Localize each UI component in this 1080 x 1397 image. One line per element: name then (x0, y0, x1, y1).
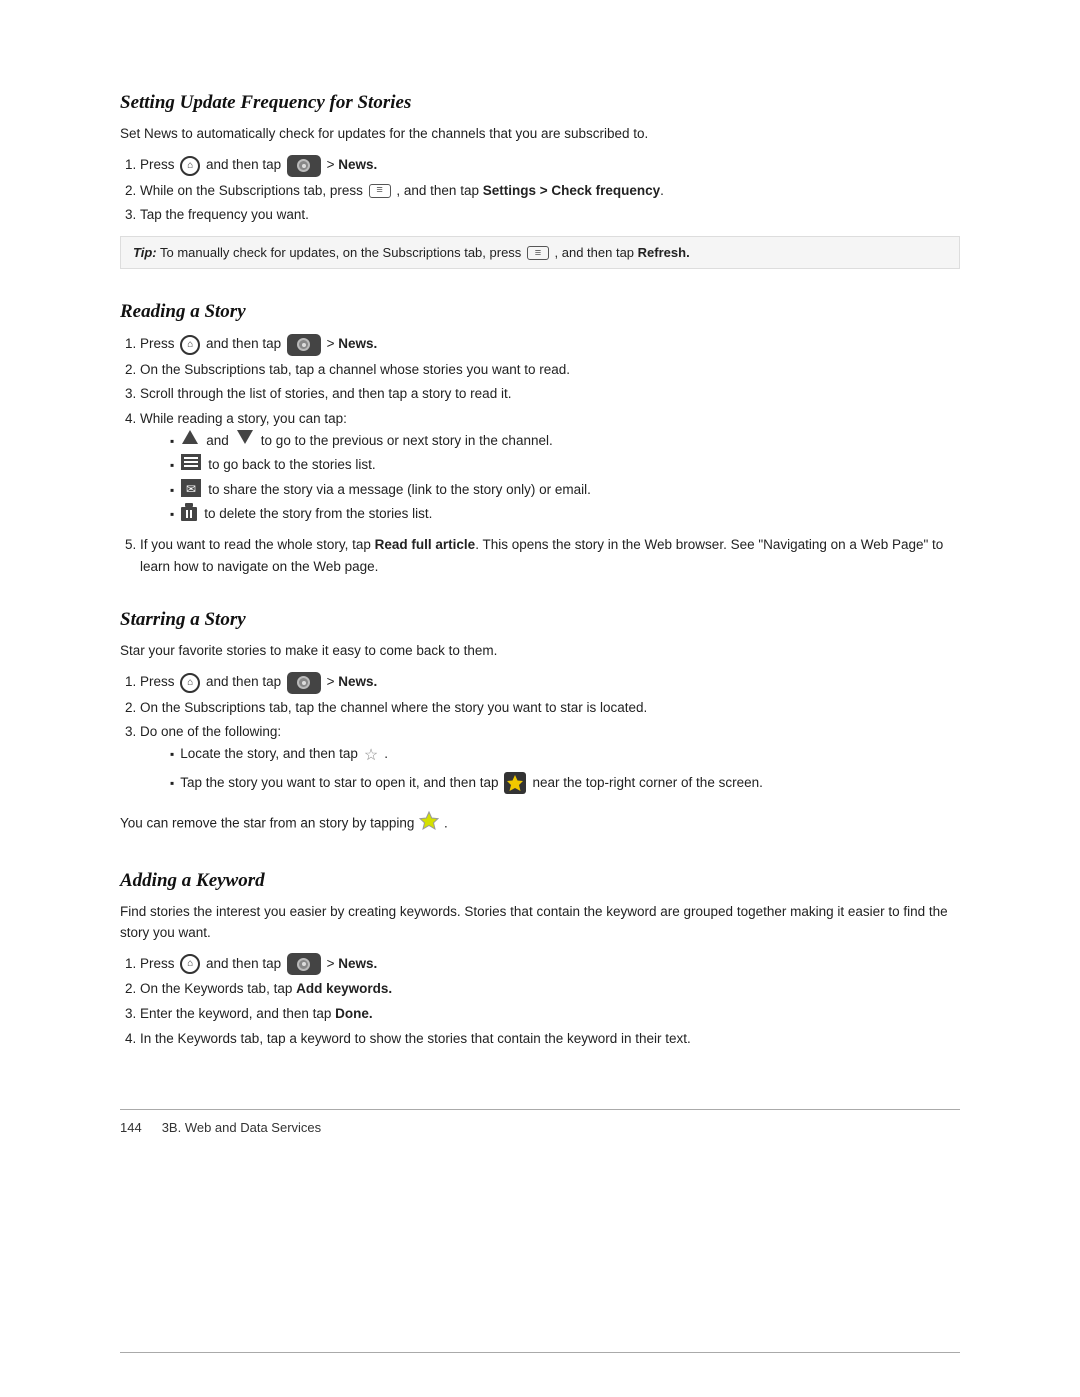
bullet-text: to go back to the stories list. (208, 454, 375, 476)
section-3-steps: Press ⌂ and then tap > News. On the Subs… (140, 671, 960, 800)
bullet-delete-icon: to delete the story from the stories lis… (170, 503, 960, 528)
step-text: Press (140, 956, 178, 971)
step-2-5: If you want to read the whole story, tap… (140, 534, 960, 577)
down-arrow-icon (237, 430, 253, 444)
section-1-steps: Press ⌂ and then tap > News. While on th… (140, 154, 960, 226)
bullet-share-icon: ✉ to share the story via a message (link… (170, 479, 960, 501)
section-title-4: Adding a Keyword (120, 870, 960, 892)
step-text: While reading a story, you can tap: (140, 411, 347, 426)
stories-list-icon (181, 454, 201, 470)
section-4-steps: Press ⌂ and then tap > News. On the Keyw… (140, 953, 960, 1049)
star-filled-icon (504, 772, 526, 801)
share-icon: ✉ (181, 479, 201, 497)
star-outline-icon: ☆ (364, 743, 378, 769)
step-4-3: Enter the keyword, and then tap Done. (140, 1003, 960, 1025)
news-icon-4 (287, 953, 321, 975)
footer-note-after: . (444, 816, 448, 831)
step-text: If you want to read the whole story, tap… (140, 537, 943, 574)
bullet-star-filled: Tap the story you want to star to open i… (170, 772, 960, 801)
home-button-icon-2: ⌂ (180, 335, 200, 355)
home-button-icon-3: ⌂ (180, 673, 200, 693)
step-2-2: On the Subscriptions tab, tap a channel … (140, 359, 960, 381)
bullet-text: to share the story via a message (link t… (208, 479, 591, 501)
home-button-icon-4: ⌂ (180, 954, 200, 974)
tip-text-after: , and then tap Refresh. (555, 245, 690, 260)
delete-icon (181, 503, 197, 528)
step-4-4: In the Keywords tab, tap a keyword to sh… (140, 1028, 960, 1050)
step-text: Press (140, 336, 178, 351)
step-text: While on the Subscriptions tab, press (140, 183, 367, 198)
menu-button-icon (369, 184, 391, 198)
bullet-arrows: and to go to the previous or next story … (170, 430, 960, 452)
bullet-text: and (206, 430, 229, 452)
section-4-intro: Find stories the interest you easier by … (120, 902, 960, 943)
step-text: > News. (327, 336, 378, 351)
step-text: > News. (327, 956, 378, 971)
bullet-text: to delete the story from the stories lis… (204, 503, 432, 525)
step-text: > News. (327, 157, 378, 172)
step-text: , and then tap Settings > Check frequenc… (396, 183, 664, 198)
bullet-text: . (384, 743, 388, 765)
tip-text: To manually check for updates, on the Su… (160, 245, 525, 260)
tip-label: Tip: (133, 245, 157, 260)
step-text: and then tap (206, 674, 285, 689)
footer-section: 3B. Web and Data Services (162, 1120, 321, 1135)
bullet-text: near the top-right corner of the screen. (532, 772, 762, 794)
page-number: 144 (120, 1120, 142, 1135)
bullet-star-outline: Locate the story, and then tap ☆ . (170, 743, 960, 769)
step-4-1: Press ⌂ and then tap > News. (140, 953, 960, 975)
section-title-3: Starring a Story (120, 609, 960, 631)
step-3-2: On the Subscriptions tab, tap the channe… (140, 697, 960, 719)
footer-bar: 144 3B. Web and Data Services (120, 1109, 960, 1135)
up-arrow-icon (182, 430, 198, 444)
reading-bullets: and to go to the previous or next story … (170, 430, 960, 528)
tip-box: Tip: To manually check for updates, on t… (120, 236, 960, 270)
step-2-1: Press ⌂ and then tap > News. (140, 333, 960, 355)
bullet-text: Tap the story you want to star to open i… (180, 772, 498, 794)
menu-button-icon-tip (527, 246, 549, 260)
section-1-intro: Set News to automatically check for upda… (120, 124, 960, 144)
news-icon-2 (287, 334, 321, 356)
star-color-icon (418, 810, 440, 838)
step-text: and then tap (206, 336, 285, 351)
page-footer (0, 1344, 1080, 1357)
step-text: Enter the keyword, and then tap Done. (140, 1006, 373, 1021)
bullet-list-icon: to go back to the stories list. (170, 454, 960, 476)
step-text: and then tap (206, 956, 285, 971)
step-text: Press (140, 157, 178, 172)
step-1-3: Tap the frequency you want. (140, 204, 960, 226)
step-2-3: Scroll through the list of stories, and … (140, 383, 960, 405)
home-button-icon: ⌂ (180, 156, 200, 176)
step-text: and then tap (206, 157, 285, 172)
starring-bullets: Locate the story, and then tap ☆ . Tap t… (170, 743, 960, 800)
news-icon (287, 155, 321, 177)
footer-note-text: You can remove the star from an story by… (120, 816, 418, 831)
svg-text:✉: ✉ (186, 482, 196, 496)
step-3-1: Press ⌂ and then tap > News. (140, 671, 960, 693)
section-title-2: Reading a Story (120, 301, 960, 323)
step-4-2: On the Keywords tab, tap Add keywords. (140, 978, 960, 1000)
bullet-text: to go to the previous or next story in t… (261, 430, 553, 452)
step-text: Do one of the following: (140, 724, 281, 739)
starring-footer-note: You can remove the star from an story by… (120, 810, 960, 838)
step-1-2: While on the Subscriptions tab, press , … (140, 180, 960, 202)
section-2-steps: Press ⌂ and then tap > News. On the Subs… (140, 333, 960, 577)
step-2-4: While reading a story, you can tap: and … (140, 408, 960, 528)
step-1-1: Press ⌂ and then tap > News. (140, 154, 960, 176)
section-title-1: Setting Update Frequency for Stories (120, 92, 960, 114)
section-3-intro: Star your favorite stories to make it ea… (120, 641, 960, 661)
step-3-3: Do one of the following: Locate the stor… (140, 721, 960, 800)
bullet-text: Locate the story, and then tap (180, 743, 358, 765)
news-icon-3 (287, 672, 321, 694)
footer-separator (120, 1352, 960, 1353)
step-text: On the Keywords tab, tap Add keywords. (140, 981, 392, 996)
step-text: Press (140, 674, 178, 689)
step-text: > News. (327, 674, 378, 689)
